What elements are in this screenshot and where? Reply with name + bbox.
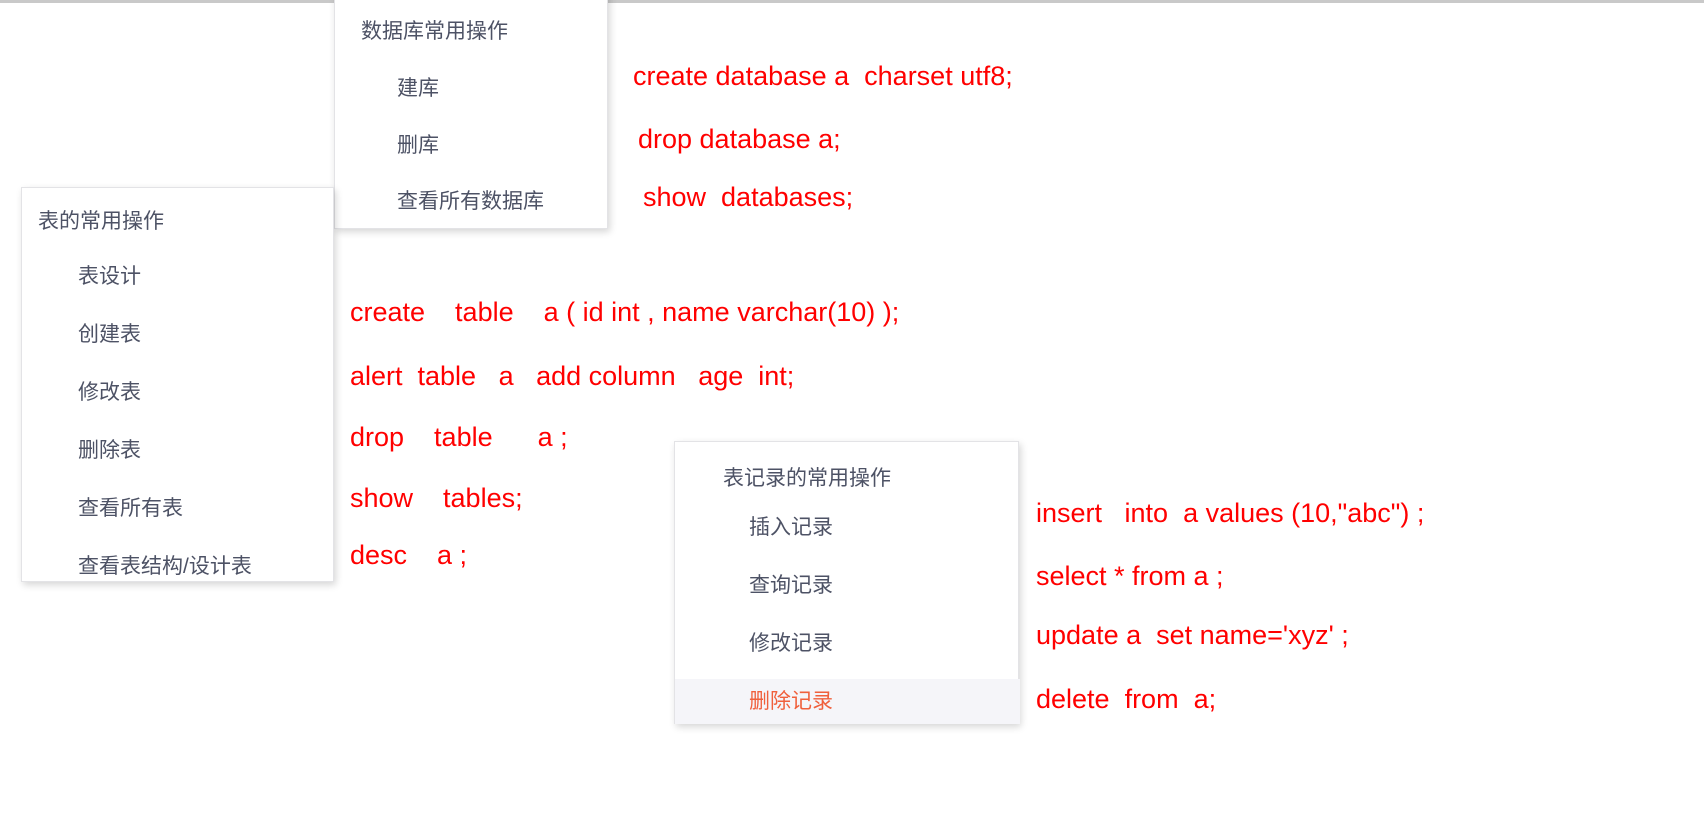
sql-drop-table: drop table a ; xyxy=(350,422,568,452)
sql-drop-database: drop database a; xyxy=(638,124,841,154)
table-operations-panel: 表的常用操作 表设计 创建表 修改表 删除表 查看所有表 查看表结构/设计表 xyxy=(21,187,334,582)
sql-insert-into: insert into a values (10,"abc") ; xyxy=(1036,498,1425,528)
sql-update-set: update a set name='xyz' ; xyxy=(1036,620,1349,650)
sql-show-tables: show tables; xyxy=(350,483,523,513)
database-item-create-db[interactable]: 建库 xyxy=(397,78,439,99)
table-item-drop[interactable]: 删除表 xyxy=(78,440,141,461)
database-panel-title: 数据库常用操作 xyxy=(361,20,508,43)
top-divider-rule xyxy=(0,0,1704,3)
sql-alter-table: alert table a add column age int; xyxy=(350,361,795,391)
database-item-show-databases[interactable]: 查看所有数据库 xyxy=(397,191,544,212)
sql-delete-from: delete from a; xyxy=(1036,684,1217,714)
record-item-update[interactable]: 修改记录 xyxy=(675,621,1020,666)
table-item-show-all[interactable]: 查看所有表 xyxy=(78,498,183,519)
table-item-design[interactable]: 表设计 xyxy=(78,266,141,287)
sql-desc-table: desc a ; xyxy=(350,540,468,570)
sql-create-database: create database a charset utf8; xyxy=(633,61,1013,91)
record-operations-panel: 表记录的常用操作 插入记录 查询记录 修改记录 删除记录 xyxy=(674,441,1020,724)
record-item-insert[interactable]: 插入记录 xyxy=(675,505,1020,550)
table-item-alter[interactable]: 修改表 xyxy=(78,382,141,403)
slide-canvas: 数据库常用操作 建库 删库 查看所有数据库 create database a … xyxy=(0,0,1704,825)
database-operations-panel: 数据库常用操作 建库 删库 查看所有数据库 xyxy=(334,0,608,229)
sql-select-from: select * from a ; xyxy=(1036,561,1224,591)
sql-create-table: create table a ( id int , name varchar(1… xyxy=(350,297,900,327)
table-item-describe[interactable]: 查看表结构/设计表 xyxy=(78,556,252,577)
record-item-delete[interactable]: 删除记录 xyxy=(675,679,1020,724)
record-panel-title: 表记录的常用操作 xyxy=(723,467,891,490)
table-panel-title: 表的常用操作 xyxy=(38,210,164,233)
sql-show-databases: show databases; xyxy=(643,182,854,212)
database-item-drop-db[interactable]: 删库 xyxy=(397,135,439,156)
record-item-select[interactable]: 查询记录 xyxy=(675,563,1020,608)
table-item-create[interactable]: 创建表 xyxy=(78,324,141,345)
